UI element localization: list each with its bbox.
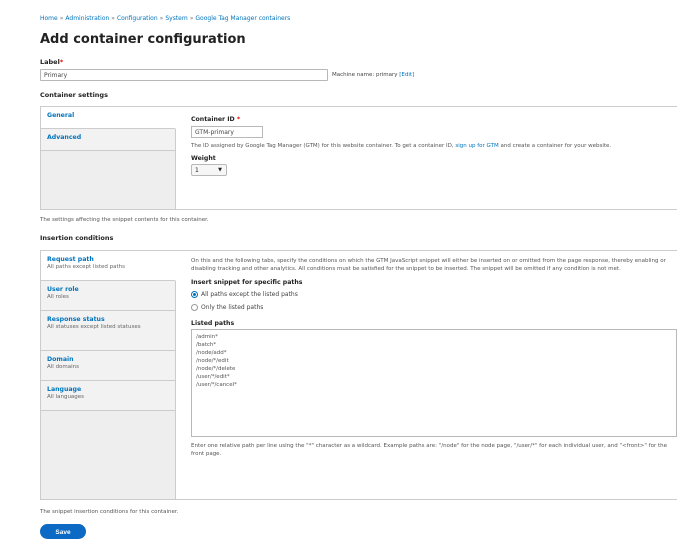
breadcrumb: Home» Administration» Configuration» System… — [40, 15, 291, 22]
breadcrumb-administration[interactable]: Administration — [65, 15, 109, 22]
insertion-conditions-tabs: Request path All paths except listed pat… — [40, 250, 677, 500]
listed-path: /user/*/cancel* — [196, 382, 237, 388]
tab-request-path-label: Request path — [47, 256, 94, 263]
listed-path: /node/*/edit — [196, 358, 229, 364]
container-settings-title: Container settings — [40, 91, 108, 99]
listed-path: /user/*/edit* — [196, 374, 230, 380]
container-settings-note: The settings affecting the snippet conte… — [40, 217, 209, 223]
radio-all-paths-label: All paths except the listed paths — [201, 291, 298, 298]
radio-only-listed[interactable]: Only the listed paths — [191, 304, 675, 311]
container-settings-tabs: General Advanced Container ID * GTM-prim… — [40, 106, 677, 210]
request-path-pane: On this and the following tabs, specify … — [191, 257, 677, 499]
tab-response-status-summary: All statuses except listed statuses — [47, 324, 141, 330]
tab-language-summary: All languages — [47, 394, 85, 400]
tab-language[interactable]: Language All languages — [41, 381, 175, 411]
tab-user-role[interactable]: User role All roles — [41, 281, 175, 311]
breadcrumb-configuration[interactable]: Configuration — [117, 15, 158, 22]
insertion-menu: Request path All paths except listed pat… — [41, 251, 176, 499]
listed-paths-textarea[interactable]: /admin* /batch* /node/add* /node/*/edit … — [191, 329, 677, 437]
listed-paths-label: Listed paths — [191, 320, 235, 327]
insertion-intro: On this and the following tabs, specify … — [191, 258, 666, 272]
radio-all-paths[interactable]: All paths except the listed paths — [191, 291, 675, 298]
tab-user-role-label: User role — [47, 286, 79, 293]
listed-paths-help: Enter one relative path per line using t… — [191, 443, 667, 457]
save-button[interactable]: Save — [40, 524, 86, 539]
radio-unselected-icon — [191, 304, 198, 311]
weight-label: Weight — [191, 155, 216, 162]
listed-path: /node/*/delete — [196, 366, 236, 372]
breadcrumb-home[interactable]: Home — [40, 15, 58, 22]
paths-heading: Insert snippet for specific paths — [191, 279, 303, 286]
insertion-conditions-note: The snippet insertion conditions for thi… — [40, 509, 179, 515]
tab-language-label: Language — [47, 386, 82, 393]
tab-domain-summary: All domains — [47, 364, 80, 370]
general-pane: Container ID * GTM-primary The ID assign… — [191, 107, 675, 209]
listed-path: /batch* — [196, 342, 217, 348]
chevron-down-icon: ▼ — [218, 167, 222, 173]
container-settings-menu: General Advanced — [41, 107, 176, 209]
radio-only-listed-label: Only the listed paths — [201, 304, 264, 311]
tab-general[interactable]: General — [41, 107, 176, 129]
listed-path: /admin* — [196, 334, 218, 340]
tab-request-path[interactable]: Request path All paths except listed pat… — [41, 251, 176, 281]
container-id-input[interactable]: GTM-primary — [191, 126, 263, 138]
tab-user-role-summary: All roles — [47, 294, 69, 300]
tab-general-label: General — [47, 112, 75, 119]
tab-advanced-label: Advanced — [47, 134, 82, 141]
insertion-conditions-title: Insertion conditions — [40, 234, 114, 242]
tab-response-status-label: Response status — [47, 316, 105, 323]
page-title: Add container configuration — [40, 32, 246, 47]
breadcrumb-system[interactable]: System — [165, 15, 187, 22]
tab-request-path-summary: All paths except listed paths — [47, 264, 126, 270]
weight-select[interactable]: 1 ▼ — [191, 164, 227, 176]
sign-up-gtm-link[interactable]: sign up for GTM — [455, 143, 498, 149]
label-input[interactable]: Primary — [40, 69, 328, 81]
breadcrumb-gtm-containers[interactable]: Google Tag Manager containers — [195, 15, 290, 22]
tab-domain-label: Domain — [47, 356, 74, 363]
container-id-description: The ID assigned by Google Tag Manager (G… — [191, 143, 612, 149]
radio-selected-icon — [191, 291, 198, 298]
machine-name: Machine name: primary [Edit] — [332, 72, 415, 78]
tab-response-status[interactable]: Response status All statuses except list… — [41, 311, 175, 351]
tab-domain[interactable]: Domain All domains — [41, 351, 175, 381]
tab-advanced[interactable]: Advanced — [41, 129, 175, 151]
machine-name-edit-link[interactable]: [Edit] — [399, 72, 414, 78]
container-id-label: Container ID * — [191, 116, 241, 123]
label-field-label: Label* — [40, 58, 64, 66]
listed-path: /node/add* — [196, 350, 227, 356]
